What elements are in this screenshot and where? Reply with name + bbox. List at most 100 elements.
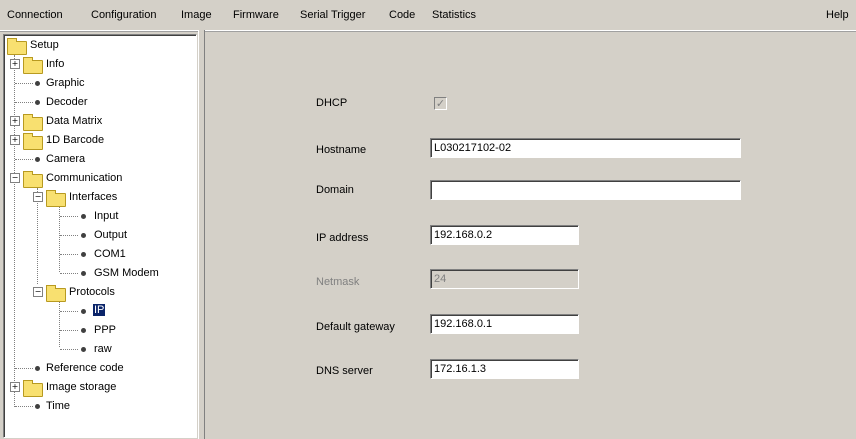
folder-icon	[7, 38, 27, 55]
tree-label: Data Matrix	[46, 115, 103, 127]
tree-connector-line	[60, 311, 78, 312]
default-gateway-label: Default gateway	[316, 321, 395, 333]
folder-icon	[23, 133, 43, 150]
tree-label: Graphic	[46, 77, 85, 89]
leaf-bullet-icon	[35, 81, 40, 86]
netmask-input[interactable]	[430, 269, 579, 289]
tree-label: Decoder	[46, 96, 88, 108]
tree-label: Protocols	[69, 286, 115, 298]
tree-connector-line	[15, 159, 33, 160]
menu-statistics[interactable]: Statistics	[432, 9, 476, 21]
leaf-bullet-icon	[81, 214, 86, 219]
leaf-bullet-icon	[81, 252, 86, 257]
menu-connection[interactable]: Connection	[7, 9, 63, 21]
panel-splitter[interactable]	[198, 30, 205, 439]
tree-label: Camera	[46, 153, 86, 165]
leaf-bullet-icon	[81, 309, 86, 314]
tree-node-output[interactable]: Output	[4, 227, 194, 243]
tree-node-info[interactable]: + Info	[4, 56, 194, 74]
collapse-icon[interactable]: −	[10, 173, 20, 183]
menu-configuration[interactable]: Configuration	[91, 9, 156, 21]
tree-node-decoder[interactable]: Decoder	[4, 94, 194, 110]
menu-help[interactable]: Help	[826, 9, 849, 21]
leaf-bullet-icon	[81, 328, 86, 333]
tree-node-com1[interactable]: COM1	[4, 246, 194, 262]
expand-icon[interactable]: +	[10, 382, 20, 392]
ip-address-input[interactable]	[430, 225, 579, 245]
menu-serial-trigger[interactable]: Serial Trigger	[300, 9, 365, 21]
tree-node-input[interactable]: Input	[4, 208, 194, 224]
tree-label: GSM Modem	[94, 267, 159, 279]
tree-node-graphic[interactable]: Graphic	[4, 75, 194, 91]
tree-node-raw[interactable]: raw	[4, 341, 194, 357]
domain-input[interactable]	[430, 180, 741, 200]
tree-node-setup[interactable]: Setup	[4, 37, 194, 55]
leaf-bullet-icon	[81, 271, 86, 276]
dns-server-label: DNS server	[316, 365, 373, 377]
menu-image[interactable]: Image	[181, 9, 212, 21]
folder-icon	[23, 57, 43, 74]
expand-icon[interactable]: +	[10, 59, 20, 69]
setup-tree[interactable]: Setup + Info Graphic Decoder + Data Matr…	[3, 34, 197, 438]
tree-label: Output	[94, 229, 128, 241]
tree-label: COM1	[94, 248, 126, 260]
tree-label: Image storage	[46, 381, 117, 393]
tree-label: raw	[94, 343, 112, 355]
tree-connector-line	[15, 406, 33, 407]
dns-server-input[interactable]	[430, 359, 579, 379]
tree-connector-line	[15, 368, 33, 369]
dhcp-checkbox[interactable]: ✓	[434, 97, 447, 110]
ip-address-label: IP address	[316, 232, 369, 244]
folder-icon	[23, 380, 43, 397]
leaf-bullet-icon	[35, 404, 40, 409]
folder-icon	[46, 190, 66, 207]
tree-node-1d-barcode[interactable]: + 1D Barcode	[4, 132, 194, 150]
tree-connector-line	[15, 83, 33, 84]
netmask-label: Netmask	[316, 276, 360, 288]
leaf-bullet-icon	[81, 233, 86, 238]
tree-label: Interfaces	[69, 191, 118, 203]
menu-firmware[interactable]: Firmware	[233, 9, 279, 21]
tree-node-reference-code[interactable]: Reference code	[4, 360, 194, 376]
tree-connector-line	[60, 235, 78, 236]
tree-node-data-matrix[interactable]: + Data Matrix	[4, 113, 194, 131]
tree-connector-line	[60, 330, 78, 331]
menu-code[interactable]: Code	[389, 9, 415, 21]
tree-connector-line	[60, 254, 78, 255]
leaf-bullet-icon	[35, 366, 40, 371]
tree-node-ip[interactable]: IP	[4, 303, 194, 319]
leaf-bullet-icon	[35, 100, 40, 105]
tree-connector-line	[60, 273, 78, 274]
tree-node-interfaces[interactable]: − Interfaces	[4, 189, 194, 207]
tree-label: 1D Barcode	[46, 134, 105, 146]
default-gateway-input[interactable]	[430, 314, 579, 334]
tree-node-camera[interactable]: Camera	[4, 151, 194, 167]
tree-node-image-storage[interactable]: + Image storage	[4, 379, 194, 397]
hostname-label: Hostname	[316, 144, 367, 156]
folder-icon	[23, 171, 43, 188]
tree-label: Info	[46, 58, 65, 70]
leaf-bullet-icon	[35, 157, 40, 162]
tree-node-protocols[interactable]: − Protocols	[4, 284, 194, 302]
tree-label-selected: IP	[93, 304, 106, 316]
tree-label: PPP	[94, 324, 117, 336]
folder-icon	[23, 114, 43, 131]
expand-icon[interactable]: +	[10, 135, 20, 145]
collapse-icon[interactable]: −	[33, 287, 43, 297]
folder-icon	[46, 285, 66, 302]
dhcp-label: DHCP	[316, 97, 348, 109]
domain-label: Domain	[316, 184, 354, 196]
tree-node-gsm-modem[interactable]: GSM Modem	[4, 265, 194, 281]
tree-label: Reference code	[46, 362, 124, 374]
collapse-icon[interactable]: −	[33, 192, 43, 202]
expand-icon[interactable]: +	[10, 116, 20, 126]
tree-node-ppp[interactable]: PPP	[4, 322, 194, 338]
hostname-input[interactable]	[430, 138, 741, 158]
tree-connector-line	[60, 216, 78, 217]
ip-settings-form: DHCP ✓ Hostname Domain IP address Netmas…	[205, 34, 856, 439]
tree-node-communication[interactable]: − Communication	[4, 170, 194, 188]
tree-node-time[interactable]: Time	[4, 398, 194, 414]
tree-label: Communication	[46, 172, 123, 184]
tree-connector-line	[60, 349, 78, 350]
menu-bar: Connection Configuration Image Firmware …	[0, 0, 856, 31]
